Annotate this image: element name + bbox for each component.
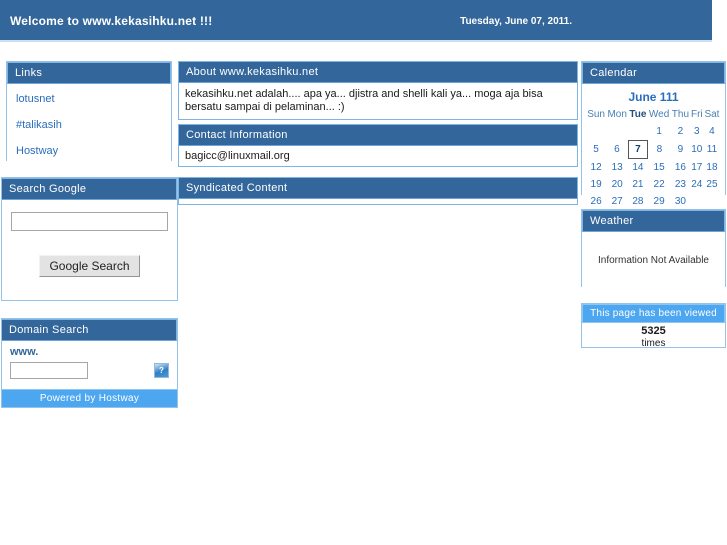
calendar-day[interactable]: 5 xyxy=(586,141,606,159)
calendar-day[interactable]: 20 xyxy=(606,176,628,193)
calendar-day[interactable]: 29 xyxy=(648,193,671,210)
contact-information-panel: Contact Information bagicc@linuxmail.org xyxy=(178,124,578,167)
calendar-day[interactable]: 6 xyxy=(606,141,628,159)
calendar-panel-body: June 111 Sun Mon Tue Wed Thu Fri Sat 1 2… xyxy=(582,84,725,215)
calendar-days-body: 1 2 3 4 5 6 7 8 9 10 11 12 13 14 15 16 1… xyxy=(586,123,721,210)
calendar-day[interactable] xyxy=(606,123,628,141)
google-search-button[interactable]: Google Search xyxy=(39,255,140,277)
weather-panel-body: Information Not Available xyxy=(582,232,725,288)
about-panel-header: About www.kekasihku.net xyxy=(178,61,578,83)
calendar-weekday-sat: Sat xyxy=(704,109,720,120)
google-search-input[interactable] xyxy=(11,212,168,231)
calendar-day[interactable]: 8 xyxy=(648,141,671,159)
page-counter-panel: This page has been viewed 5325 times xyxy=(581,303,726,349)
sidebar-link-hostway[interactable]: Hostway xyxy=(16,145,162,157)
broken-image-glyph: ? xyxy=(159,365,164,375)
calendar-month-title: June 111 xyxy=(628,90,679,104)
calendar-day[interactable]: 2 xyxy=(671,123,691,141)
sidebar-link-lotusnet[interactable]: lotusnet xyxy=(16,93,162,105)
calendar-day[interactable]: 1 xyxy=(648,123,671,141)
powered-by-hostway-footer[interactable]: Powered by Hostway xyxy=(2,389,177,407)
contact-email: bagicc@linuxmail.org xyxy=(178,146,578,167)
calendar-week-row: 19 20 21 22 23 24 25 xyxy=(586,176,721,193)
calendar-day[interactable]: 9 xyxy=(671,141,691,159)
calendar-weekday-fri: Fri xyxy=(690,109,703,120)
calendar-day[interactable]: 25 xyxy=(703,176,720,193)
calendar-day[interactable]: 19 xyxy=(586,176,606,193)
calendar-day[interactable]: 26 xyxy=(586,193,606,210)
calendar-day[interactable]: 24 xyxy=(690,176,703,193)
calendar-day-today[interactable]: 7 xyxy=(627,140,649,159)
calendar-day[interactable] xyxy=(586,123,606,141)
page-counter-label: times xyxy=(641,338,666,349)
domain-search-header: Domain Search xyxy=(2,319,177,341)
links-panel-body: lotusnet #talikasih Hostway xyxy=(7,84,171,166)
calendar-week-row: 5 6 7 8 9 10 11 xyxy=(586,140,721,159)
calendar-day[interactable]: 23 xyxy=(671,176,691,193)
calendar-day[interactable]: 12 xyxy=(586,159,606,177)
domain-www-label: www. xyxy=(10,346,39,358)
calendar-day[interactable]: 18 xyxy=(703,159,720,177)
search-google-header: Search Google xyxy=(2,178,177,200)
calendar-day[interactable] xyxy=(628,123,647,141)
links-panel: Links lotusnet #talikasih Hostway xyxy=(6,61,172,166)
calendar-weekday-thu: Thu xyxy=(671,109,690,120)
page-counter-header: This page has been viewed xyxy=(582,304,725,323)
calendar-day[interactable]: 11 xyxy=(703,141,720,159)
calendar-day[interactable]: 4 xyxy=(703,123,720,141)
calendar-week-row: 1 2 3 4 xyxy=(586,123,721,141)
syndicated-panel-body xyxy=(178,199,578,205)
weather-message: Information Not Available xyxy=(598,254,709,266)
calendar-day[interactable]: 10 xyxy=(690,141,703,159)
about-panel: About www.kekasihku.net kekasihku.net ad… xyxy=(178,61,578,120)
weather-panel-header: Weather xyxy=(582,210,725,232)
page-title: Welcome to www.kekasihku.net !!! xyxy=(10,14,213,28)
banner-date: Tuesday, June 07, 2011. xyxy=(460,16,572,27)
calendar-weekday-sun: Sun xyxy=(587,109,605,120)
about-panel-body: kekasihku.net adalah.... apa ya... djist… xyxy=(178,83,578,120)
calendar-day[interactable]: 17 xyxy=(690,159,703,177)
calendar-day[interactable]: 3 xyxy=(690,123,703,141)
calendar-weekday-row: Sun Mon Tue Wed Thu Fri Sat xyxy=(586,108,721,123)
calendar-week-row: 12 13 14 15 16 17 18 xyxy=(586,159,721,177)
calendar-table: Sun Mon Tue Wed Thu Fri Sat 1 2 3 4 5 6 … xyxy=(586,108,721,210)
calendar-weekday-tue: Tue xyxy=(629,109,647,120)
calendar-day[interactable]: 21 xyxy=(628,176,647,193)
calendar-day[interactable]: 28 xyxy=(628,193,647,210)
page-counter-body: 5325 times xyxy=(582,323,725,353)
contact-panel-header: Contact Information xyxy=(178,124,578,146)
calendar-week-row: 26 27 28 29 30 xyxy=(586,193,721,210)
calendar-day[interactable]: 16 xyxy=(671,159,691,177)
calendar-day[interactable]: 13 xyxy=(606,159,628,177)
calendar-day[interactable]: 14 xyxy=(628,159,647,177)
domain-search-panel: Domain Search www. ? Powered by Hostway xyxy=(1,318,178,408)
calendar-weekday-mon: Mon xyxy=(607,109,627,120)
calendar-day[interactable]: 15 xyxy=(648,159,671,177)
calendar-weekday-wed: Wed xyxy=(648,109,670,120)
domain-search-row: ? xyxy=(10,362,169,379)
syndicated-panel-header: Syndicated Content xyxy=(178,177,578,199)
calendar-day[interactable]: 30 xyxy=(671,193,691,210)
page-counter-value: 5325 xyxy=(641,325,666,337)
page-banner: Welcome to www.kekasihku.net !!! Tuesday… xyxy=(0,0,712,42)
calendar-day[interactable] xyxy=(690,193,703,210)
search-google-body: Google Search xyxy=(2,200,177,277)
domain-search-input[interactable] xyxy=(10,362,88,379)
calendar-day[interactable]: 22 xyxy=(648,176,671,193)
calendar-panel-header: Calendar xyxy=(582,62,725,84)
weather-panel: Weather Information Not Available xyxy=(581,209,726,288)
links-panel-header: Links xyxy=(7,62,171,84)
calendar-day[interactable]: 27 xyxy=(606,193,628,210)
domain-search-body: www. ? xyxy=(2,341,177,385)
sidebar-link-talikasih[interactable]: #talikasih xyxy=(16,119,162,131)
syndicated-content-panel: Syndicated Content xyxy=(178,177,578,205)
calendar-panel: Calendar June 111 Sun Mon Tue Wed Thu Fr… xyxy=(581,61,726,215)
calendar-day[interactable] xyxy=(703,193,720,210)
broken-image-icon[interactable]: ? xyxy=(154,363,169,378)
search-google-panel: Search Google Google Search xyxy=(1,177,178,301)
